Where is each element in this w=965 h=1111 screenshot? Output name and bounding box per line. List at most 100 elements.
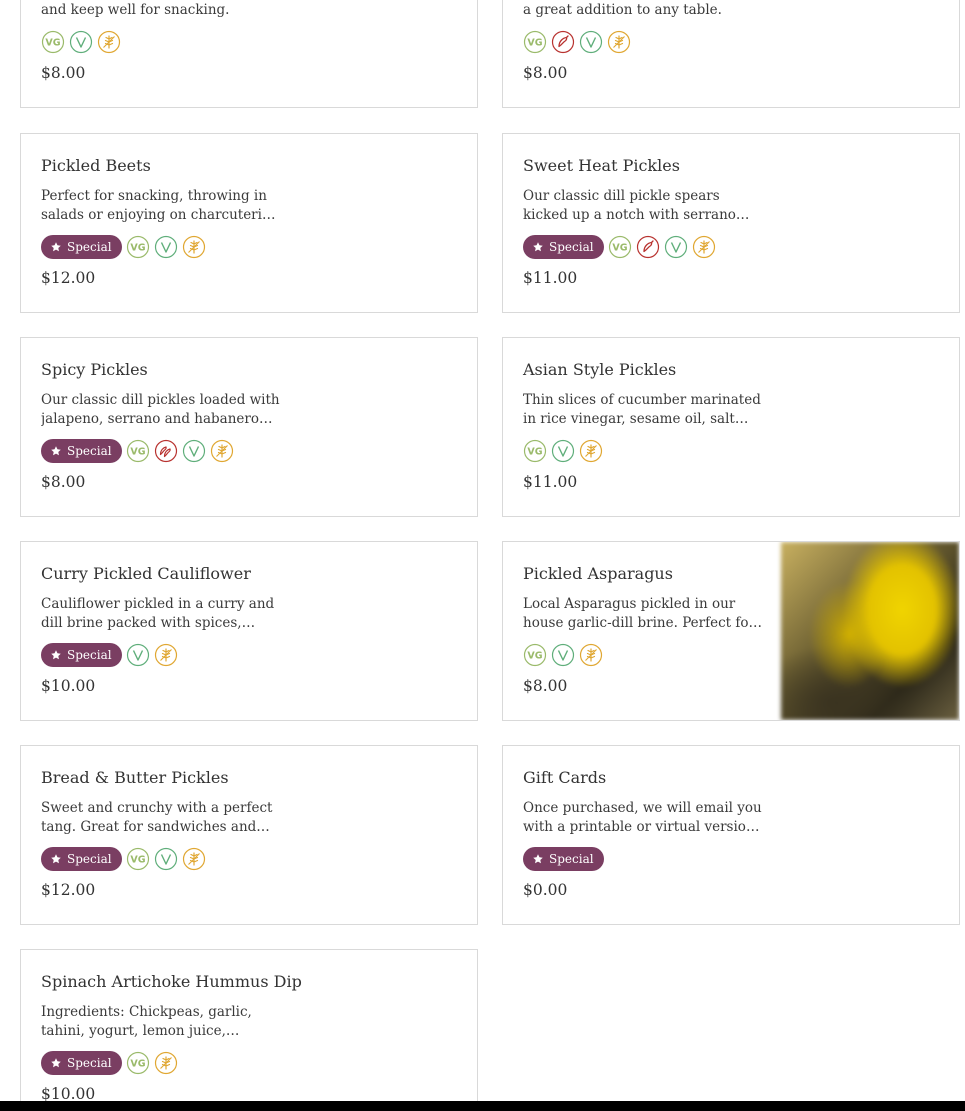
special-badge: Special <box>41 1051 122 1075</box>
extra-spicy-icon <box>154 439 178 463</box>
gluten-free-icon <box>579 643 603 667</box>
product-price: $8.00 <box>523 677 568 695</box>
bottom-bar <box>0 1101 965 1111</box>
product-card[interactable]: Spicy Pickles Our classic dill pickles lo… <box>20 337 478 517</box>
vegetarian-icon <box>551 439 575 463</box>
special-label: Special <box>67 852 112 866</box>
product-card[interactable]: Sweet Heat Pickles Our classic dill pickl… <box>502 133 960 313</box>
star-icon <box>50 1057 62 1069</box>
star-icon <box>532 853 544 865</box>
gluten-free-icon <box>154 643 178 667</box>
special-badge: Special <box>41 235 122 259</box>
product-title: Pickled Beets <box>41 156 151 175</box>
product-image <box>781 542 959 720</box>
product-card[interactable]: Curry Pickled Cauliflower Cauliflower pic… <box>20 541 478 721</box>
gluten-free-icon <box>607 30 631 54</box>
product-description: last about 3 months in the fridge and ke… <box>41 2 230 18</box>
vegetarian-icon <box>154 847 178 871</box>
dietary-tags: Special <box>41 643 178 667</box>
product-card[interactable]: Pickled Beets Perfect for snacking, throw… <box>20 133 478 313</box>
product-card[interactable]: Gift Cards Once purchased, we will email … <box>502 745 960 925</box>
svg-text:VG: VG <box>130 447 145 458</box>
svg-text:VG: VG <box>130 1059 145 1070</box>
product-card[interactable]: last about 3 months in the fridge and ke… <box>20 0 478 108</box>
vegan-icon: VG <box>126 1051 150 1075</box>
svg-text:VG: VG <box>612 243 627 254</box>
product-card[interactable]: Asian Style Pickles Thin slices of cucumb… <box>502 337 960 517</box>
special-label: Special <box>67 1056 112 1070</box>
dietary-tags: Special VG <box>41 439 234 463</box>
product-title: Pickled Asparagus <box>523 564 673 583</box>
product-description: Cauliflower pickled in a curry and dill … <box>41 596 275 631</box>
special-label: Special <box>67 240 112 254</box>
gluten-free-icon <box>97 30 121 54</box>
product-description: Our classic dill pickle spears kicked up… <box>523 188 736 223</box>
spicy-icon <box>551 30 575 54</box>
star-icon <box>50 241 62 253</box>
special-label: Special <box>67 648 112 662</box>
svg-text:VG: VG <box>527 38 542 49</box>
product-description: Sweet and crunchy with a perfect tang. G… <box>41 800 273 835</box>
gluten-free-icon <box>579 439 603 463</box>
vegan-icon: VG <box>126 847 150 871</box>
vegan-icon: VG <box>608 235 632 259</box>
product-card[interactable]: Bread & Butter Pickles Sweet and crunchy … <box>20 745 478 925</box>
dietary-tags: Special VG <box>523 235 716 259</box>
product-description: Thin slices of cucumber marinated in ric… <box>523 392 761 427</box>
vegetarian-icon <box>579 30 603 54</box>
product-price: $8.00 <box>41 473 86 491</box>
gluten-free-icon <box>210 439 234 463</box>
dietary-tags: VG <box>523 643 603 667</box>
svg-text:VG: VG <box>130 855 145 866</box>
product-price: $8.00 <box>41 64 86 82</box>
dietary-tags: VG <box>523 439 603 463</box>
product-price: $11.00 <box>523 269 578 287</box>
vegetarian-icon <box>182 439 206 463</box>
product-description: Once purchased, we will email you with a… <box>523 800 762 835</box>
gluten-free-icon <box>692 235 716 259</box>
dietary-tags: VG <box>41 30 121 54</box>
star-icon <box>50 853 62 865</box>
spicy-icon <box>636 235 660 259</box>
product-price: $8.00 <box>523 64 568 82</box>
svg-text:VG: VG <box>45 38 60 49</box>
star-icon <box>532 241 544 253</box>
product-title: Bread & Butter Pickles <box>41 768 229 787</box>
vegetarian-icon <box>551 643 575 667</box>
product-card[interactable]: after opening in the fridge and are a gr… <box>502 0 960 108</box>
product-title: Asian Style Pickles <box>523 360 677 379</box>
svg-text:VG: VG <box>527 447 542 458</box>
product-title: Spinach Artichoke Hummus Dip <box>41 972 302 991</box>
gluten-free-icon <box>182 847 206 871</box>
star-icon <box>50 445 62 457</box>
product-price: $12.00 <box>41 269 96 287</box>
product-title: Sweet Heat Pickles <box>523 156 680 175</box>
vegan-icon: VG <box>41 30 65 54</box>
product-description: Perfect for snacking, throwing in salads… <box>41 188 270 223</box>
product-price: $10.00 <box>41 677 96 695</box>
product-description: after opening in the fridge and are a gr… <box>523 2 722 18</box>
vegetarian-icon <box>126 643 150 667</box>
product-price: $0.00 <box>523 881 568 899</box>
product-title: Spicy Pickles <box>41 360 148 379</box>
product-price: $11.00 <box>523 473 578 491</box>
product-title: Gift Cards <box>523 768 607 787</box>
special-label: Special <box>549 240 594 254</box>
product-card[interactable]: Pickled Asparagus Local Asparagus pickled… <box>502 541 960 721</box>
special-label: Special <box>67 444 112 458</box>
product-description: Ingredients: Chickpeas, garlic, tahini, … <box>41 1004 252 1039</box>
dietary-tags: Special VG <box>41 1051 178 1075</box>
vegan-icon: VG <box>523 439 547 463</box>
vegan-icon: VG <box>523 30 547 54</box>
product-card[interactable]: Spinach Artichoke Hummus Dip Ingredients:… <box>20 949 478 1111</box>
product-title: Curry Pickled Cauliflower <box>41 564 251 583</box>
product-price: $12.00 <box>41 881 96 899</box>
dietary-tags: Special <box>523 847 604 871</box>
product-description: Our classic dill pickles loaded with jal… <box>41 392 280 427</box>
special-badge: Special <box>523 847 604 871</box>
special-badge: Special <box>523 235 604 259</box>
gluten-free-icon <box>182 235 206 259</box>
dietary-tags: Special VG <box>41 235 206 259</box>
vegetarian-icon <box>69 30 93 54</box>
vegetarian-icon <box>154 235 178 259</box>
